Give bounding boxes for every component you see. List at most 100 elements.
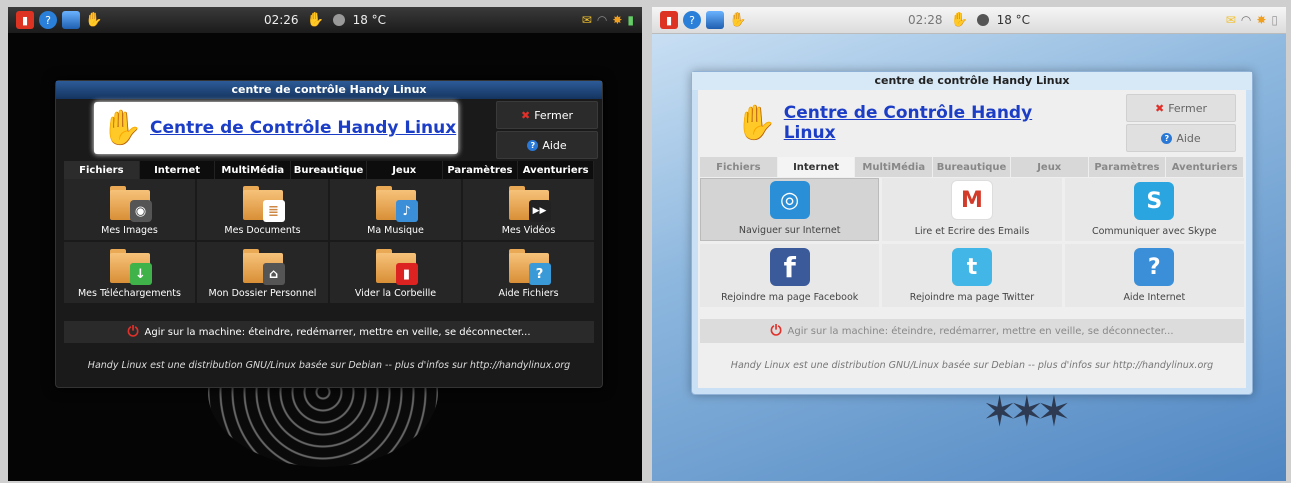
- item-label: Rejoindre ma page Facebook: [721, 292, 859, 303]
- close-button[interactable]: ✖ Fermer: [496, 101, 598, 129]
- close-label: Fermer: [534, 108, 574, 122]
- item-label: Mes Images: [101, 225, 158, 236]
- clock[interactable]: 02:26: [264, 13, 299, 27]
- tab-fichiers[interactable]: Fichiers: [64, 161, 140, 179]
- item-label: Mon Dossier Personnel: [208, 288, 317, 299]
- home-folder-icon: ⌂: [242, 249, 285, 285]
- power-action-label: Agir sur la machine: éteindre, redémarre…: [787, 325, 1174, 337]
- close-icon: ✖: [1154, 101, 1165, 115]
- window-title: centre de contrôle Handy Linux: [56, 81, 602, 99]
- item-mes-videos[interactable]: ▶▶ Mes Vidéos: [463, 179, 594, 240]
- item-vider-corbeille[interactable]: ▮ Vider la Corbeille: [330, 242, 461, 303]
- battery-icon[interactable]: ▮: [627, 13, 634, 27]
- tab-jeux[interactable]: Jeux: [366, 161, 443, 179]
- left-screenshot: ▮ ? ✋ 02:26 ✋ 18 °C ✉ ◠ ✸ ▮ centre de co…: [8, 7, 642, 481]
- globe-icon: ◎: [769, 181, 810, 219]
- item-label: Lire et Ecrire des Emails: [914, 226, 1030, 237]
- item-skype[interactable]: S Communiquer avec Skype: [1064, 178, 1244, 241]
- tab-bureautique[interactable]: Bureautique: [933, 157, 1011, 177]
- help-globe-icon: ?: [1134, 248, 1175, 286]
- mail-icon[interactable]: ✉: [582, 13, 592, 27]
- item-mes-telechargements[interactable]: ↓ Mes Téléchargements: [64, 242, 195, 303]
- item-facebook[interactable]: f Rejoindre ma page Facebook: [700, 244, 880, 307]
- tab-multimedia[interactable]: MultiMédia: [215, 161, 292, 179]
- wifi-icon[interactable]: ◠: [1241, 13, 1251, 27]
- tab-internet[interactable]: Internet: [777, 157, 856, 177]
- item-label: Rejoindre ma page Twitter: [909, 292, 1035, 303]
- item-mes-documents[interactable]: ≣ Mes Documents: [197, 179, 328, 240]
- tab-aventuriers[interactable]: Aventuriers: [518, 161, 595, 179]
- item-aide-internet[interactable]: ? Aide Internet: [1064, 244, 1244, 307]
- handy-hand-icon[interactable]: ✋: [307, 11, 325, 29]
- item-label: Mes Vidéos: [501, 225, 556, 236]
- item-label: Vider la Corbeille: [354, 288, 437, 299]
- power-action-bar[interactable]: ⏻ Agir sur la machine: éteindre, redémar…: [700, 319, 1244, 343]
- item-label: Communiquer avec Skype: [1091, 226, 1217, 237]
- music-folder-icon: ♪: [375, 186, 418, 222]
- item-label: Mes Téléchargements: [77, 288, 181, 299]
- mail-icon[interactable]: ✉: [1226, 13, 1236, 27]
- tab-multimedia[interactable]: MultiMédia: [855, 157, 934, 177]
- close-icon: ✖: [520, 108, 531, 122]
- logo-banner: ✋ Centre de Contrôle Handy Linux: [728, 100, 1088, 146]
- videos-folder-icon: ▶▶: [508, 186, 551, 222]
- help-button[interactable]: ? Aide: [1126, 124, 1236, 152]
- help-label: Aide: [542, 138, 567, 152]
- logo-text[interactable]: Centre de Contrôle Handy Linux: [150, 118, 456, 138]
- help-icon: ?: [1161, 132, 1173, 144]
- images-folder-icon: ◉: [109, 186, 152, 222]
- item-label: Aide Internet: [1123, 292, 1186, 303]
- item-mon-dossier-personnel[interactable]: ⌂ Mon Dossier Personnel: [197, 242, 328, 303]
- launcher-grid: ◎ Naviguer sur Internet M Lire et Ecrire…: [700, 178, 1244, 307]
- documents-folder-icon: ≣: [242, 186, 285, 222]
- help-folder-icon: ?: [508, 249, 551, 285]
- handy-hand-icon[interactable]: ✋: [951, 11, 969, 29]
- logo-banner: ✋ Centre de Contrôle Handy Linux: [94, 102, 458, 154]
- sun-icon[interactable]: ✸: [612, 13, 622, 27]
- help-button[interactable]: ? Aide: [496, 131, 598, 159]
- trash-folder-icon: ▮: [375, 249, 418, 285]
- item-label: Ma Musique: [367, 225, 424, 236]
- item-label: Aide Fichiers: [498, 288, 559, 299]
- window-title: centre de contrôle Handy Linux: [692, 72, 1252, 90]
- wifi-icon[interactable]: ◠: [597, 13, 607, 27]
- facebook-icon: f: [769, 248, 810, 286]
- close-button[interactable]: ✖ Fermer: [1126, 94, 1236, 122]
- control-center-window: centre de contrôle Handy Linux ✋ Centre …: [691, 71, 1253, 395]
- item-label: Mes Documents: [224, 225, 301, 236]
- power-action-label: Agir sur la machine: éteindre, redémarre…: [144, 326, 531, 338]
- launcher-grid: ◉ Mes Images ≣ Mes Documents ♪ Ma Musiqu…: [64, 179, 594, 303]
- tab-internet[interactable]: Internet: [139, 161, 216, 179]
- item-naviguer-internet[interactable]: ◎ Naviguer sur Internet: [700, 178, 880, 241]
- item-aide-fichiers[interactable]: ? Aide Fichiers: [463, 242, 594, 303]
- clock[interactable]: 02:28: [908, 13, 943, 27]
- sun-icon[interactable]: ✸: [1256, 13, 1266, 27]
- tab-fichiers[interactable]: Fichiers: [700, 157, 778, 177]
- item-emails[interactable]: M Lire et Ecrire des Emails: [882, 178, 1062, 241]
- weather-temp[interactable]: 18 °C: [353, 13, 386, 27]
- tab-bureautique[interactable]: Bureautique: [291, 161, 367, 179]
- twitter-icon: t: [951, 248, 992, 286]
- close-label: Fermer: [1168, 101, 1208, 115]
- logo-text[interactable]: Centre de Contrôle Handy Linux: [784, 103, 1088, 143]
- tab-aventuriers[interactable]: Aventuriers: [1166, 157, 1245, 177]
- power-icon: ⏻: [770, 323, 782, 339]
- tab-jeux[interactable]: Jeux: [1010, 157, 1089, 177]
- power-icon: ⏻: [127, 324, 139, 340]
- weather-temp[interactable]: 18 °C: [997, 13, 1030, 27]
- handy-logo-icon: ✋: [100, 108, 144, 148]
- skype-icon: S: [1134, 182, 1175, 220]
- item-ma-musique[interactable]: ♪ Ma Musique: [330, 179, 461, 240]
- tab-parametres[interactable]: Paramètres: [442, 161, 519, 179]
- item-twitter[interactable]: t Rejoindre ma page Twitter: [882, 244, 1062, 307]
- item-mes-images[interactable]: ◉ Mes Images: [64, 179, 195, 240]
- moon-icon: [976, 14, 989, 26]
- item-label: Naviguer sur Internet: [738, 225, 841, 236]
- help-label: Aide: [1176, 131, 1201, 145]
- battery-icon[interactable]: ▯: [1271, 13, 1278, 27]
- top-panel: ▮ ? ✋ 02:26 ✋ 18 °C ✉ ◠ ✸ ▮: [8, 7, 642, 33]
- power-action-bar[interactable]: ⏻ Agir sur la machine: éteindre, redémar…: [64, 321, 594, 343]
- footer-text: Handy Linux est une distribution GNU/Lin…: [730, 360, 1214, 371]
- tab-parametres[interactable]: Paramètres: [1088, 157, 1167, 177]
- moon-icon: [332, 14, 345, 26]
